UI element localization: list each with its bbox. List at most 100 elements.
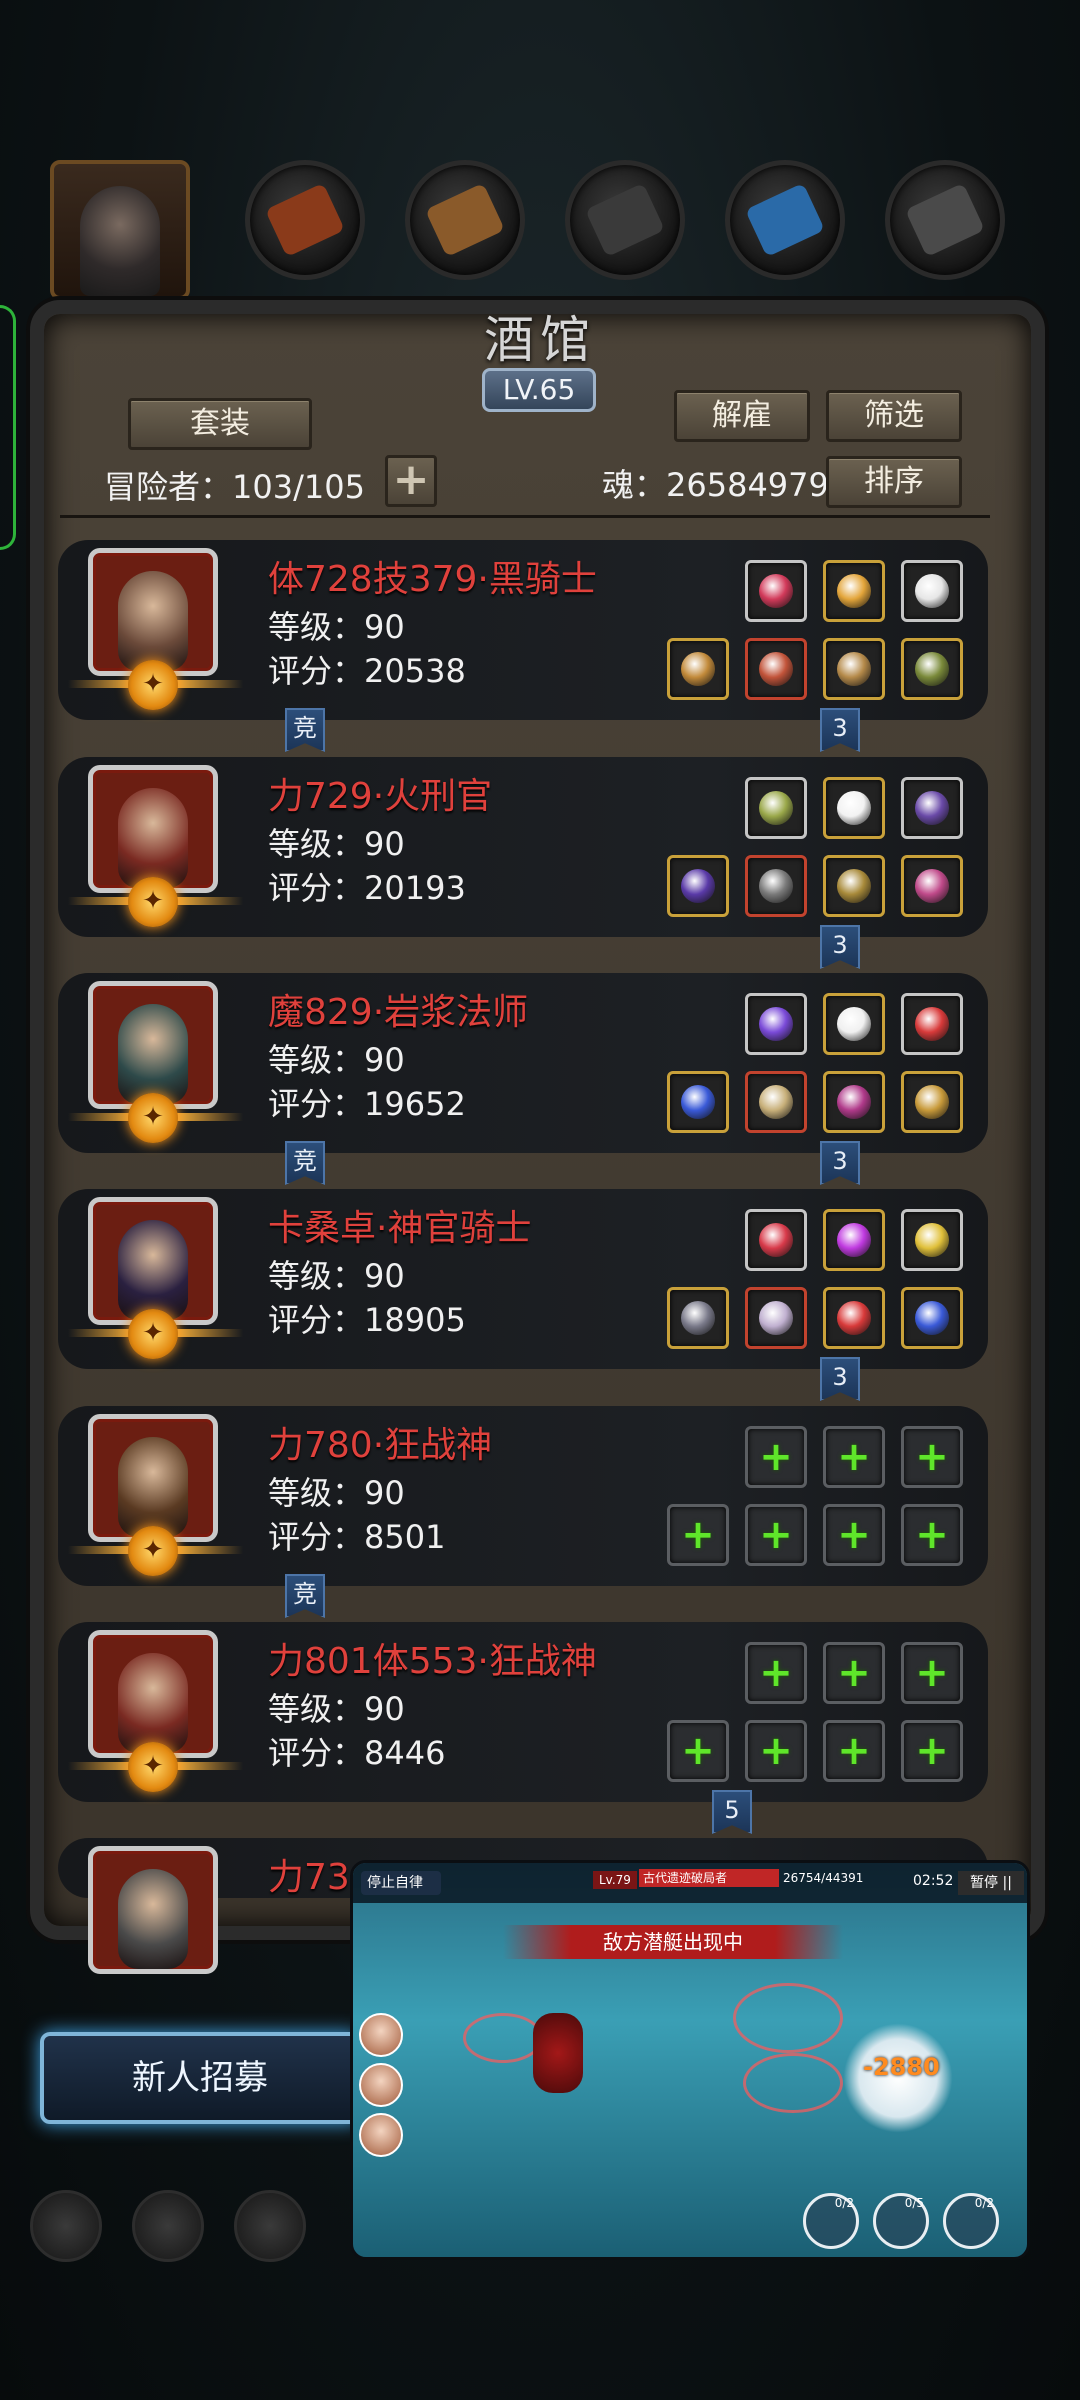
empty-equipment-slot[interactable]: +: [745, 1426, 807, 1488]
equipment-icon: [915, 869, 949, 903]
hero-portrait-wrap[interactable]: ✦: [68, 1197, 243, 1359]
team-avatar[interactable]: [359, 2013, 403, 2057]
empty-equipment-slot[interactable]: +: [901, 1504, 963, 1566]
empty-equipment-slot[interactable]: +: [667, 1504, 729, 1566]
equipment-icon: [837, 1301, 871, 1335]
equipment-slot[interactable]: [823, 777, 885, 839]
empty-equipment-slot[interactable]: +: [901, 1426, 963, 1488]
hero-portrait-wrap[interactable]: ✦: [68, 981, 243, 1143]
hero-row[interactable]: ✦ 力801体553·狂战神 等级：90 评分：8446 + + + + + + +: [58, 1622, 988, 1802]
hero-portrait: [88, 1414, 218, 1542]
skill-button[interactable]: 0/2: [943, 2193, 999, 2249]
equipment-slot[interactable]: [745, 1209, 807, 1271]
empty-equipment-slot[interactable]: +: [745, 1720, 807, 1782]
equipment-slot[interactable]: [745, 560, 807, 622]
equipment-slot[interactable]: [901, 855, 963, 917]
rank-medal-icon: ✦: [128, 1526, 178, 1576]
hero-row[interactable]: ✦ 力729·火刑官 等级：90 评分：20193: [58, 757, 988, 937]
skill-button[interactable]: 0/2: [803, 2193, 859, 2249]
pause-button[interactable]: 暂停 ||: [958, 1871, 1024, 1895]
dismiss-button[interactable]: 解雇: [674, 390, 810, 442]
equipment-slot[interactable]: [745, 1287, 807, 1349]
hero-score: 评分：18905: [268, 1301, 466, 1339]
equipment-slot[interactable]: [745, 777, 807, 839]
skill-count: 0/2: [834, 2196, 854, 2210]
plus-icon: +: [915, 1434, 949, 1480]
equipment-slot[interactable]: [667, 638, 729, 700]
hero-level: 等级：90: [268, 608, 405, 646]
equipment-slot[interactable]: [667, 1287, 729, 1349]
hero-row[interactable]: ✦ 魔829·岩浆法师 等级：90 评分：19652: [58, 973, 988, 1153]
add-slot-button[interactable]: +: [385, 455, 437, 507]
equipment-slot[interactable]: [823, 560, 885, 622]
equipment-slot[interactable]: [901, 993, 963, 1055]
equipment-slot[interactable]: [667, 855, 729, 917]
equipment-slot[interactable]: [901, 560, 963, 622]
team-avatar[interactable]: [359, 2113, 403, 2157]
equipment-slot[interactable]: [901, 1071, 963, 1133]
empty-equipment-slot[interactable]: +: [823, 1504, 885, 1566]
tab-hero[interactable]: [50, 160, 190, 300]
hero-level: 等级：90: [268, 1474, 405, 1512]
equipment-slot[interactable]: [823, 993, 885, 1055]
empty-equipment-slot[interactable]: +: [901, 1720, 963, 1782]
tab-crystal[interactable]: [725, 160, 845, 280]
equipment-slot[interactable]: [823, 855, 885, 917]
medal-wing-right: [173, 1546, 243, 1554]
empty-equipment-slot[interactable]: +: [823, 1720, 885, 1782]
tab-metal[interactable]: [885, 160, 1005, 280]
equipment-slot[interactable]: [901, 1287, 963, 1349]
equipment-slot[interactable]: [823, 1071, 885, 1133]
menu-icon-1[interactable]: [30, 2190, 102, 2262]
equipment-icon: [759, 574, 793, 608]
empty-equipment-slot[interactable]: +: [745, 1504, 807, 1566]
equipment-slot[interactable]: [901, 1209, 963, 1271]
equipment-slot[interactable]: [745, 993, 807, 1055]
hero-portrait-wrap[interactable]: ✦: [68, 765, 243, 927]
equipment-slot[interactable]: [745, 638, 807, 700]
menu-icon-3[interactable]: [234, 2190, 306, 2262]
equipment-slot[interactable]: [667, 1071, 729, 1133]
filter-button[interactable]: 筛选: [826, 390, 962, 442]
plus-icon: +: [759, 1728, 793, 1774]
equipment-slot[interactable]: [901, 777, 963, 839]
hero-portrait-wrap[interactable]: [88, 1846, 218, 1986]
menu-icon-2[interactable]: [132, 2190, 204, 2262]
tab-stone[interactable]: [565, 160, 685, 280]
boss-name: 古代遗迹破局者: [639, 1869, 779, 1887]
recruit-button[interactable]: 新人招募: [40, 2032, 360, 2124]
hero-name: 魔829·岩浆法师: [268, 992, 529, 1033]
equipment-slot[interactable]: [745, 855, 807, 917]
plus-icon: +: [915, 1728, 949, 1774]
tab-wood[interactable]: [405, 160, 525, 280]
hero-row[interactable]: ✦ 体728技379·黑骑士 等级：90 评分：20538: [58, 540, 988, 720]
game-overlay-window[interactable]: 停止自律 Lv.79 古代遗迹破局者 26754/44391 02:52 暂停 …: [350, 1860, 1030, 2260]
hero-row[interactable]: ✦ 卡桑卓·神官骑士 等级：90 评分：18905: [58, 1189, 988, 1369]
equipment-icon: [681, 869, 715, 903]
equipment-slot[interactable]: [823, 1209, 885, 1271]
empty-equipment-slot[interactable]: +: [901, 1642, 963, 1704]
equipment-icon: [759, 652, 793, 686]
equipment-slot[interactable]: [745, 1071, 807, 1133]
hero-row[interactable]: ✦ 力780·狂战神 等级：90 评分：8501 + + + + + + +: [58, 1406, 988, 1586]
tab-weapon[interactable]: [245, 160, 365, 280]
hero-portrait-wrap[interactable]: ✦: [68, 1414, 243, 1576]
equipment-icon: [837, 1223, 871, 1257]
plus-icon: +: [915, 1650, 949, 1696]
skill-button[interactable]: 0/5: [873, 2193, 929, 2249]
equipment-slot[interactable]: [901, 638, 963, 700]
equipment-slot[interactable]: [823, 638, 885, 700]
empty-equipment-slot[interactable]: +: [823, 1642, 885, 1704]
empty-equipment-slot[interactable]: +: [745, 1642, 807, 1704]
equipment-slot[interactable]: [823, 1287, 885, 1349]
hero-portrait-wrap[interactable]: ✦: [68, 548, 243, 710]
stop-auto-button[interactable]: 停止自律: [361, 1871, 441, 1895]
hero-name: 力729·火刑官: [268, 776, 493, 817]
empty-equipment-slot[interactable]: +: [823, 1426, 885, 1488]
team-avatar[interactable]: [359, 2063, 403, 2107]
sort-button[interactable]: 排序: [826, 456, 962, 508]
set-button[interactable]: 套装: [128, 398, 312, 450]
plus-icon: +: [759, 1512, 793, 1558]
empty-equipment-slot[interactable]: +: [667, 1720, 729, 1782]
hero-portrait-wrap[interactable]: ✦: [68, 1630, 243, 1792]
